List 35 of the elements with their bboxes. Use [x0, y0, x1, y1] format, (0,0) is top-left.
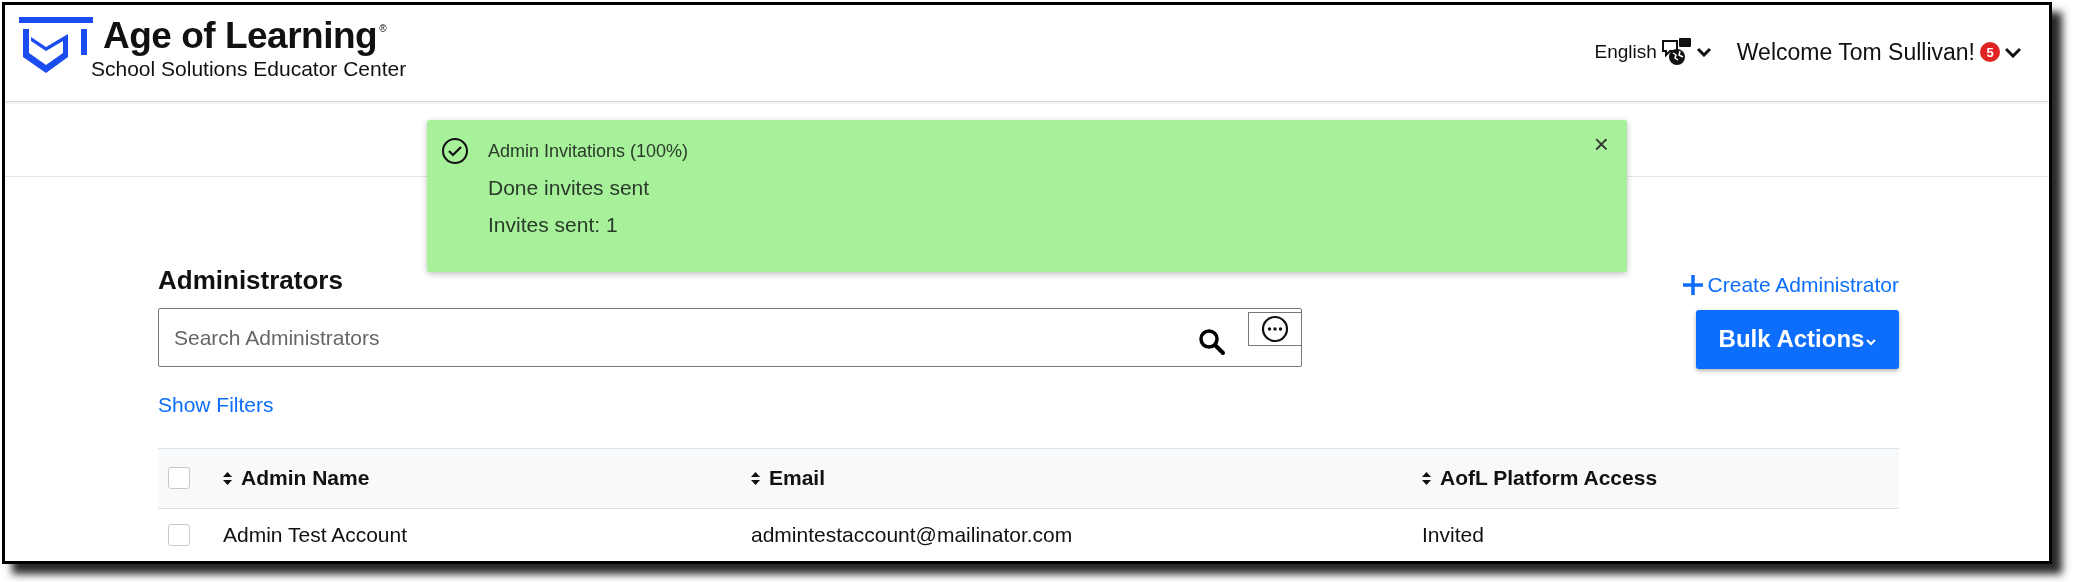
chevron-down-icon	[1696, 47, 1711, 58]
logo-icon	[19, 17, 93, 75]
search-icon[interactable]	[1198, 327, 1226, 356]
create-administrator-link[interactable]: Create Administrator	[1681, 269, 1899, 301]
brand-subtitle: School Solutions Educator Center	[91, 57, 407, 81]
notification-badge: 5	[1980, 42, 2000, 63]
show-filters-link[interactable]: Show Filters	[158, 389, 274, 421]
language-menu[interactable]: English	[1594, 37, 1711, 68]
user-menu[interactable]: Welcome Tom Sullivan! 5	[1736, 35, 2021, 70]
checkbox[interactable]	[168, 523, 190, 546]
column-header[interactable]: Email	[769, 462, 826, 494]
plus-icon	[1681, 273, 1704, 296]
sort-icon[interactable]	[223, 471, 232, 485]
toast-message: Done invites sent	[488, 175, 651, 201]
chevron-down-icon	[2005, 46, 2021, 58]
check-circle-icon	[441, 137, 469, 165]
sort-icon[interactable]	[1422, 471, 1431, 485]
column-header[interactable]: AofL Platform Access	[1440, 462, 1658, 494]
close-button[interactable]: ×	[1593, 130, 1609, 158]
bulk-actions-button[interactable]: Bulk Actions	[1696, 309, 1899, 369]
checkbox[interactable]	[168, 467, 190, 489]
toast-message: Invites sent: 1	[488, 212, 619, 238]
chevron-down-icon	[1866, 338, 1877, 346]
search-field[interactable]: Search Administrators	[158, 308, 1302, 367]
sort-icon[interactable]	[751, 471, 760, 485]
brand-name: Age of Learning	[103, 15, 378, 57]
column-header[interactable]: Admin Name	[241, 462, 370, 494]
registered-mark: ®	[379, 22, 387, 36]
table-cell: Invited	[1422, 522, 1484, 546]
table-cell: Admin Test Account	[223, 522, 408, 546]
toast-title: Admin Invitations (100%)	[488, 140, 689, 163]
ellipsis-icon	[1261, 315, 1289, 343]
more-options-button[interactable]	[1248, 312, 1302, 346]
table-cell: admintestaccount@mailinator.com	[751, 522, 1073, 546]
section-title: Administrators	[158, 265, 344, 295]
